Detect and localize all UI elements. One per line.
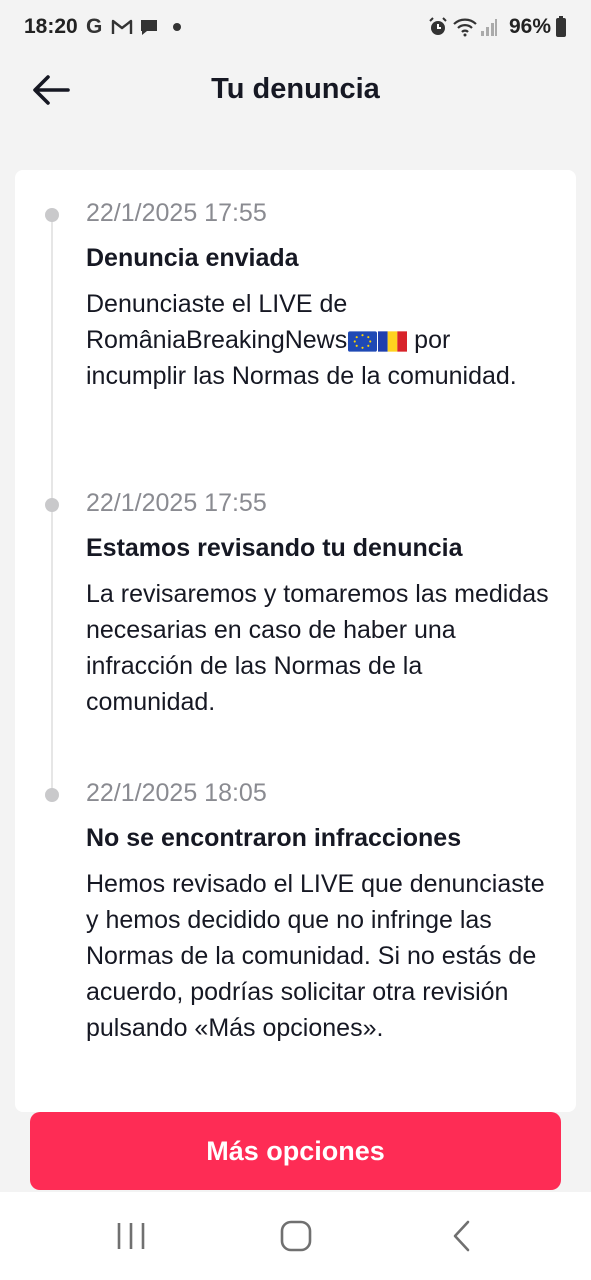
recents-button[interactable] (101, 1214, 161, 1258)
signal-icon (480, 16, 498, 38)
status-time: 18:20 (24, 15, 78, 38)
status-bar: 18:20 G 96% (0, 0, 591, 56)
wifi-icon (453, 16, 477, 38)
event-title: Denuncia enviada (86, 244, 299, 272)
back-icon (453, 1220, 470, 1252)
event-title: No se encontraron infracciones (86, 824, 462, 852)
alarm-icon (428, 16, 448, 38)
eu-flag-icon (348, 331, 378, 352)
event-body: Denunciaste el LIVE de RomâniaBreakingNe… (86, 286, 556, 394)
battery-percent: 96% (508, 15, 551, 38)
nav-back-button[interactable] (432, 1214, 492, 1258)
chat-icon (139, 16, 159, 38)
recents-icon (117, 1223, 145, 1249)
timeline-dot (45, 208, 59, 222)
google-icon: G (86, 15, 103, 38)
header: Tu denuncia (0, 56, 591, 126)
more-options-button[interactable]: Más opciones (30, 1112, 561, 1190)
event-body: La revisaremos y tomaremos las medidas n… (86, 580, 549, 716)
battery-icon (555, 16, 567, 38)
romania-flag-icon (378, 331, 408, 352)
gmail-icon (111, 16, 133, 38)
event-title: Estamos revisando tu denuncia (86, 534, 463, 562)
event-body-text: Denunciaste el LIVE de RomâniaBreakingNe… (86, 290, 348, 354)
dot-icon (172, 16, 182, 38)
system-nav-bar (0, 1192, 591, 1280)
home-icon (280, 1220, 312, 1252)
page-title: Tu denuncia (211, 73, 380, 105)
report-timeline-card: 22/1/2025 17:55 Denuncia enviada Denunci… (15, 170, 576, 1112)
event-date: 22/1/2025 18:05 (86, 779, 267, 807)
event-date: 22/1/2025 17:55 (86, 489, 267, 517)
timeline-dot (45, 788, 59, 802)
home-button[interactable] (266, 1214, 326, 1258)
event-body: Hemos revisado el LIVE que denunciaste y… (86, 870, 545, 1042)
event-date: 22/1/2025 17:55 (86, 199, 267, 227)
timeline-dot (45, 498, 59, 512)
